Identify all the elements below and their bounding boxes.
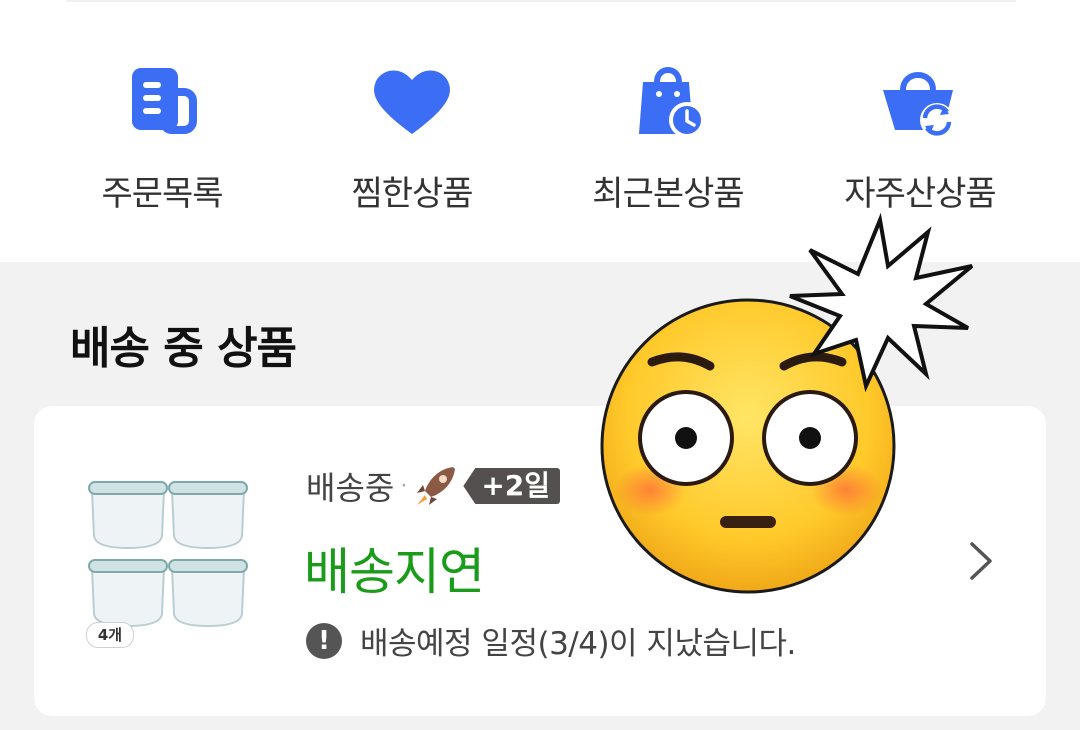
status-text: 배송중 bbox=[306, 469, 395, 507]
shortcut-order-list[interactable]: 주문목록 bbox=[62, 60, 262, 220]
shortcut-label: 주문목록 bbox=[101, 174, 223, 214]
alert-icon: ! bbox=[306, 622, 342, 659]
notice-text: 배송예정 일정(3/4)이 지났습니다. bbox=[360, 626, 796, 662]
separator-dot: · bbox=[400, 473, 408, 499]
delay-headline: 배송지연 bbox=[304, 543, 485, 601]
heart-icon bbox=[374, 70, 450, 134]
shortcut-wishlist[interactable]: 찜한상품 bbox=[312, 60, 512, 220]
delay-notice: ! 배송예정 일정(3/4)이 지났습니다. bbox=[306, 618, 796, 663]
repurchase-basket-icon bbox=[883, 72, 954, 137]
quantity-badge: 4개 bbox=[86, 622, 134, 648]
status-line: 배송중 · +2일 bbox=[306, 464, 561, 508]
shortcut-label: 자주산상품 bbox=[844, 174, 996, 214]
delay-days-badge: +2일 bbox=[463, 468, 561, 504]
section-title: 배송 중 상품 bbox=[70, 323, 297, 374]
shortcut-recently-viewed[interactable]: 최근본상품 bbox=[568, 60, 768, 220]
flushed-face-emoji-overlay bbox=[600, 212, 974, 594]
rocket-delivery-icon bbox=[417, 467, 456, 505]
shortcut-label: 찜한상품 bbox=[351, 174, 473, 214]
top-divider bbox=[66, 0, 1016, 2]
shortcut-label: 최근본상품 bbox=[592, 174, 744, 214]
shortcut-frequently-bought[interactable]: 자주산상품 bbox=[820, 60, 1020, 220]
recent-bag-icon bbox=[639, 67, 705, 138]
order-list-icon bbox=[132, 68, 197, 134]
